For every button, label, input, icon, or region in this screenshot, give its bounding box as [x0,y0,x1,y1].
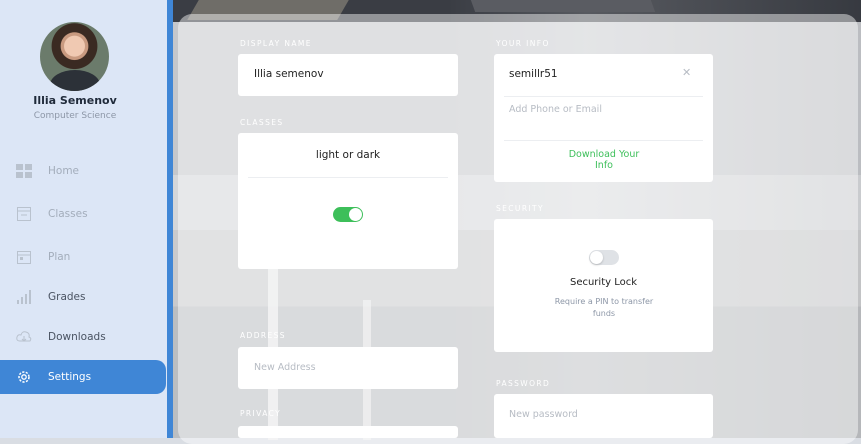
display-name-label: DISPLAY NAME [240,39,312,48]
sidebar-item-home[interactable]: Home [6,154,166,188]
username-value: semillr51 [509,68,558,80]
sidebar-item-label: Settings [48,371,92,383]
divider [248,177,448,178]
security-toggle[interactable] [589,250,619,265]
cloud-download-icon [14,327,34,347]
your-info-label: YOUR INFO [496,39,550,48]
avatar[interactable] [40,22,109,91]
sidebar-item-label: Grades [48,291,86,303]
download-info-link[interactable]: Download Your Info [559,149,649,171]
display-name-value: Illia semenov [254,68,324,80]
bar-chart-icon [14,287,34,307]
password-input[interactable]: New password [494,394,713,438]
gear-icon [14,367,34,387]
password-label: PASSWORD [496,379,551,388]
classes-label: CLASSES [240,118,284,127]
sidebar-item-grades[interactable]: Grades [6,280,166,314]
sidebar-item-label: Classes [48,208,88,220]
display-name-field[interactable]: Illia semenov [238,54,458,96]
dashboard-icon [14,161,34,181]
address-placeholder: New Address [254,362,316,373]
password-placeholder: New password [509,409,578,420]
sidebar-item-label: Plan [48,251,71,263]
divider [504,96,703,97]
sidebar-item-plan[interactable]: Plan [6,240,166,274]
your-info-card: semillr51 ✕ Add Phone or Email Download … [494,54,713,182]
sidebar-item-classes[interactable]: Classes [6,197,166,231]
sidebar: Illia Semenov Computer Science Home Clas… [0,0,167,438]
security-lock-title: Security Lock [569,277,638,288]
address-input[interactable]: New Address [238,347,458,389]
address-label: ADDRESS [240,331,286,340]
theme-card: light or dark [238,133,458,269]
sidebar-item-settings[interactable]: Settings [0,360,166,394]
security-card: Security Lock Require a PIN to transfer … [494,219,713,352]
privacy-label: PRIVACY [240,409,282,418]
sidebar-item-label: Downloads [48,331,106,343]
security-lock-description: Require a PIN to transfer funds [554,297,654,318]
user-name: Illia Semenov [33,94,117,107]
theme-text: light or dark [315,149,381,161]
sidebar-item-label: Home [48,165,80,177]
security-label: SECURITY [496,204,545,213]
divider [504,140,703,141]
sidebar-item-downloads[interactable]: Downloads [6,320,166,354]
privacy-card[interactable] [238,426,458,438]
toggle-knob [590,251,603,264]
theme-toggle[interactable] [333,207,363,222]
phone-email-input[interactable]: Add Phone or Email [509,104,619,116]
user-department: Computer Science [33,111,117,121]
classes-icon [14,204,34,224]
toggle-knob [349,208,362,221]
close-icon[interactable]: ✕ [682,66,691,79]
calendar-icon [14,247,34,267]
